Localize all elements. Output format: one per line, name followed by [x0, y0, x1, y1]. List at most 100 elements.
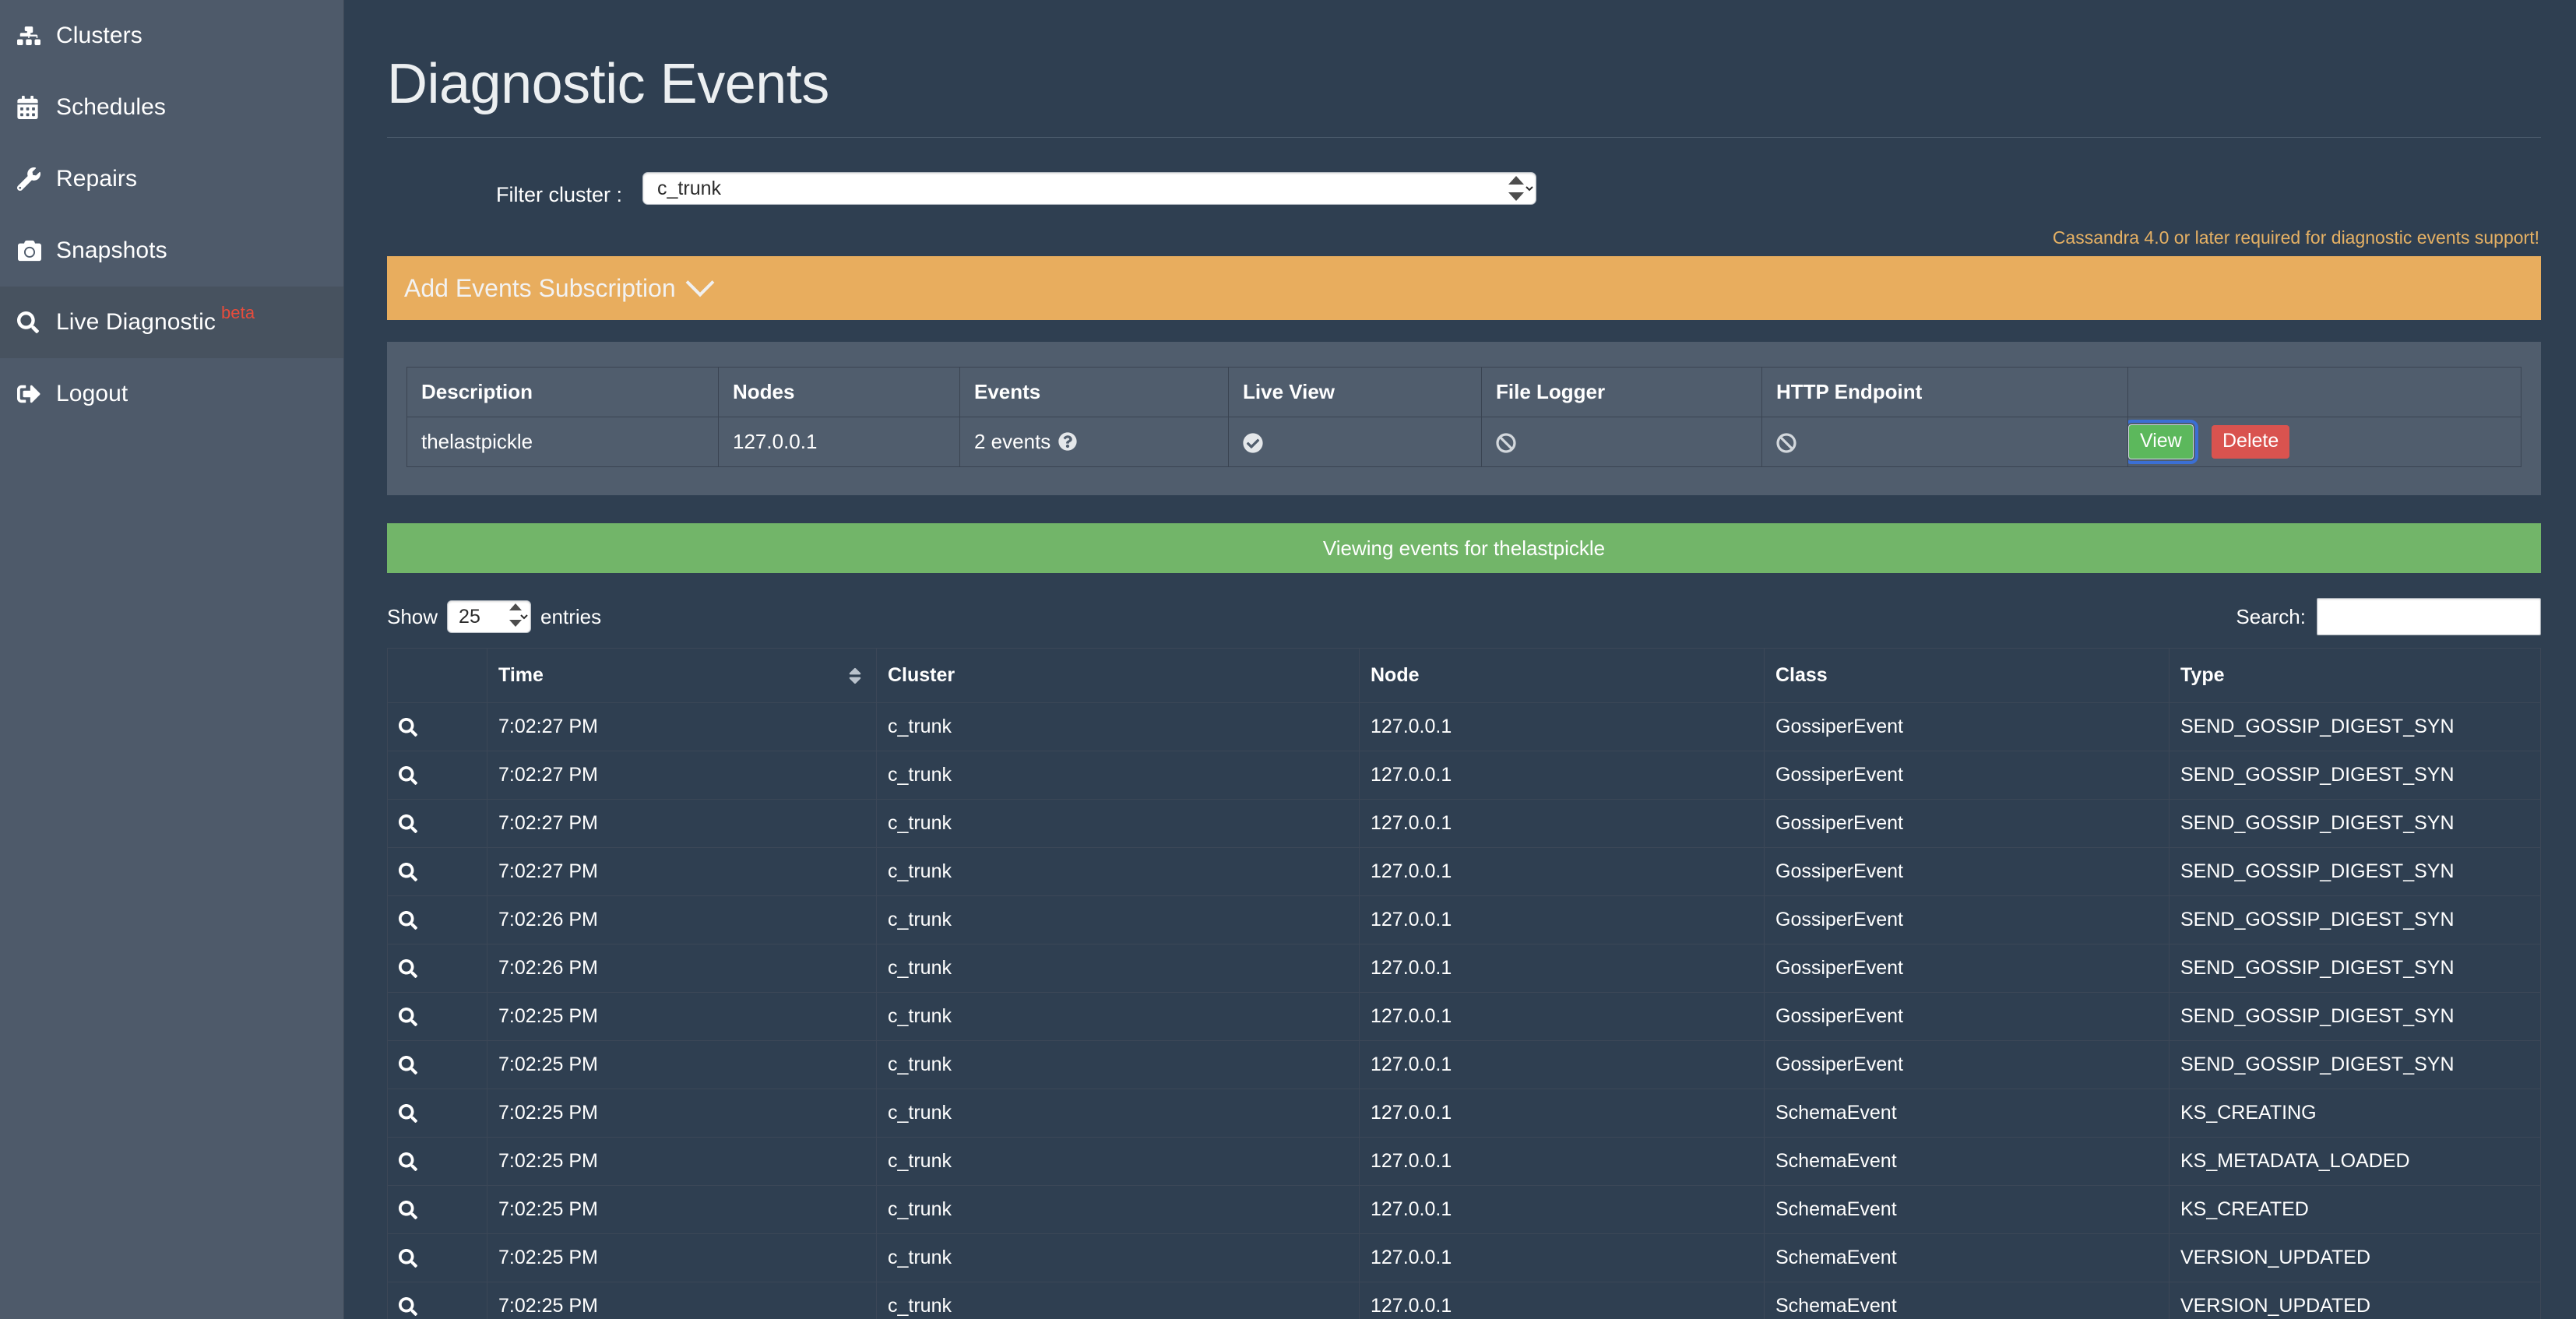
- cell-time: 7:02:25 PM: [487, 1233, 877, 1282]
- cell-node: 127.0.0.1: [1359, 1137, 1765, 1186]
- cell-time: 7:02:25 PM: [487, 1185, 877, 1234]
- cell-cluster: c_trunk: [876, 992, 1360, 1041]
- column-header-live-view: Live View: [1228, 367, 1482, 417]
- cell-node: 127.0.0.1: [1359, 1040, 1765, 1089]
- cell-node: 127.0.0.1: [1359, 1185, 1765, 1234]
- cell-type: SEND_GOSSIP_DIGEST_SYN: [2169, 847, 2541, 896]
- cell-time: 7:02:25 PM: [487, 1282, 877, 1319]
- cell-node: 127.0.0.1: [1359, 1233, 1765, 1282]
- page-length-control: Show 25 entries: [387, 600, 601, 633]
- cell-time: 7:02:27 PM: [487, 751, 877, 800]
- cell-cluster: c_trunk: [876, 1282, 1360, 1319]
- cell-class: GossiperEvent: [1764, 847, 2170, 896]
- row-detail-button[interactable]: [387, 1137, 487, 1186]
- column-header-time[interactable]: Time: [487, 648, 877, 703]
- table-row: 7:02:25 PM c_trunk 127.0.0.1 GossiperEvent S…: [387, 992, 2541, 1041]
- column-header-time-label: Time: [498, 664, 544, 686]
- cell-time: 7:02:25 PM: [487, 992, 877, 1041]
- row-detail-button[interactable]: [387, 1185, 487, 1234]
- cell-time: 7:02:25 PM: [487, 1137, 877, 1186]
- cell-cluster: c_trunk: [876, 751, 1360, 800]
- table-row: thelastpickle 127.0.0.1 2 events View De…: [406, 417, 2521, 467]
- sidebar-item-label: Schedules: [56, 94, 166, 120]
- row-detail-button[interactable]: [387, 847, 487, 896]
- table-row: 7:02:26 PM c_trunk 127.0.0.1 GossiperEvent S…: [387, 944, 2541, 993]
- filter-cluster-label: Filter cluster :: [496, 183, 623, 206]
- filter-cluster-select-wrap: c_trunk: [642, 171, 1537, 205]
- sidebar-item-clusters[interactable]: Clusters: [0, 0, 343, 72]
- filter-cluster-select[interactable]: c_trunk: [642, 171, 1537, 205]
- cell-cluster: c_trunk: [876, 702, 1360, 751]
- cell-time: 7:02:25 PM: [487, 1040, 877, 1089]
- row-detail-button[interactable]: [387, 1233, 487, 1282]
- sidebar-item-snapshots[interactable]: Snapshots: [0, 215, 343, 287]
- row-detail-button[interactable]: [387, 944, 487, 993]
- cell-class: GossiperEvent: [1764, 799, 2170, 848]
- sidebar-item-label: Repairs: [56, 166, 138, 192]
- search-input[interactable]: [2317, 598, 2541, 635]
- cell-type: KS_METADATA_LOADED: [2169, 1137, 2541, 1186]
- cell-class: SchemaEvent: [1764, 1282, 2170, 1319]
- sidebar-item-live-diagnostic[interactable]: Live Diagnostic beta: [0, 287, 343, 358]
- check-circle-icon: [1243, 433, 1263, 453]
- subscriptions-panel: Description Nodes Events Live View File …: [387, 342, 2541, 495]
- row-detail-button[interactable]: [387, 895, 487, 944]
- cell-time: 7:02:26 PM: [487, 944, 877, 993]
- column-header-type[interactable]: Type: [2169, 648, 2541, 703]
- column-header-node[interactable]: Node: [1359, 648, 1765, 703]
- cell-type: SEND_GOSSIP_DIGEST_SYN: [2169, 944, 2541, 993]
- cell-type: SEND_GOSSIP_DIGEST_SYN: [2169, 702, 2541, 751]
- column-header-detail[interactable]: [387, 648, 487, 703]
- cell-time: 7:02:26 PM: [487, 895, 877, 944]
- cell-node: 127.0.0.1: [1359, 895, 1765, 944]
- cell-type: SEND_GOSSIP_DIGEST_SYN: [2169, 799, 2541, 848]
- main-content: Diagnostic Events Filter cluster : c_tru…: [344, 0, 2576, 1319]
- sort-desc-icon: [846, 666, 864, 686]
- row-detail-button[interactable]: [387, 751, 487, 800]
- cell-cluster: c_trunk: [876, 799, 1360, 848]
- row-detail-button[interactable]: [387, 702, 487, 751]
- column-header-class[interactable]: Class: [1764, 648, 2170, 703]
- cell-description: thelastpickle: [406, 417, 719, 467]
- row-detail-button[interactable]: [387, 1089, 487, 1138]
- table-row: 7:02:25 PM c_trunk 127.0.0.1 SchemaEvent KS_…: [387, 1089, 2541, 1138]
- cell-cluster: c_trunk: [876, 1089, 1360, 1138]
- sidebar-item-repairs[interactable]: Repairs: [0, 143, 343, 215]
- table-row: 7:02:25 PM c_trunk 127.0.0.1 SchemaEvent KS_…: [387, 1137, 2541, 1186]
- delete-button[interactable]: Delete: [2211, 425, 2290, 459]
- add-events-subscription-accordion[interactable]: Add Events Subscription: [387, 256, 2541, 320]
- table-row: 7:02:27 PM c_trunk 127.0.0.1 GossiperEvent S…: [387, 847, 2541, 896]
- sidebar-item-label: Live Diagnostic: [56, 309, 216, 335]
- column-header-cluster[interactable]: Cluster: [876, 648, 1360, 703]
- entries-label: entries: [540, 604, 602, 628]
- table-row: 7:02:25 PM c_trunk 127.0.0.1 SchemaEvent VER…: [387, 1282, 2541, 1319]
- row-detail-button[interactable]: [387, 1040, 487, 1089]
- cell-type: VERSION_UPDATED: [2169, 1233, 2541, 1282]
- table-row: 7:02:27 PM c_trunk 127.0.0.1 GossiperEvent S…: [387, 702, 2541, 751]
- cell-nodes: 127.0.0.1: [718, 417, 960, 467]
- cell-class: SchemaEvent: [1764, 1185, 2170, 1234]
- row-detail-button[interactable]: [387, 992, 487, 1041]
- datatable-controls: Show 25 entries Search:: [387, 595, 2541, 638]
- view-button[interactable]: View: [2128, 420, 2198, 464]
- sidebar: Clusters Schedules Repairs Snapshots Liv…: [0, 0, 344, 1319]
- cell-class: SchemaEvent: [1764, 1233, 2170, 1282]
- cell-type: SEND_GOSSIP_DIGEST_SYN: [2169, 895, 2541, 944]
- sidebar-item-schedules[interactable]: Schedules: [0, 72, 343, 143]
- page-length-select[interactable]: 25: [447, 600, 532, 633]
- column-header-http-endpoint: HTTP Endpoint: [1761, 367, 2128, 417]
- show-label: Show: [387, 604, 438, 628]
- cell-actions: View Delete: [2127, 417, 2521, 467]
- cell-events: 2 events: [959, 417, 1229, 467]
- sidebar-item-logout[interactable]: Logout: [0, 358, 343, 430]
- row-detail-button[interactable]: [387, 1282, 487, 1319]
- cell-node: 127.0.0.1: [1359, 944, 1765, 993]
- row-detail-button[interactable]: [387, 799, 487, 848]
- cell-node: 127.0.0.1: [1359, 1089, 1765, 1138]
- question-circle-icon[interactable]: [1058, 432, 1077, 451]
- table-row: 7:02:25 PM c_trunk 127.0.0.1 GossiperEvent S…: [387, 1040, 2541, 1089]
- page-length-select-wrap: 25: [447, 600, 532, 633]
- cell-cluster: c_trunk: [876, 895, 1360, 944]
- sidebar-item-label: Snapshots: [56, 237, 167, 263]
- cell-type: VERSION_UPDATED: [2169, 1282, 2541, 1319]
